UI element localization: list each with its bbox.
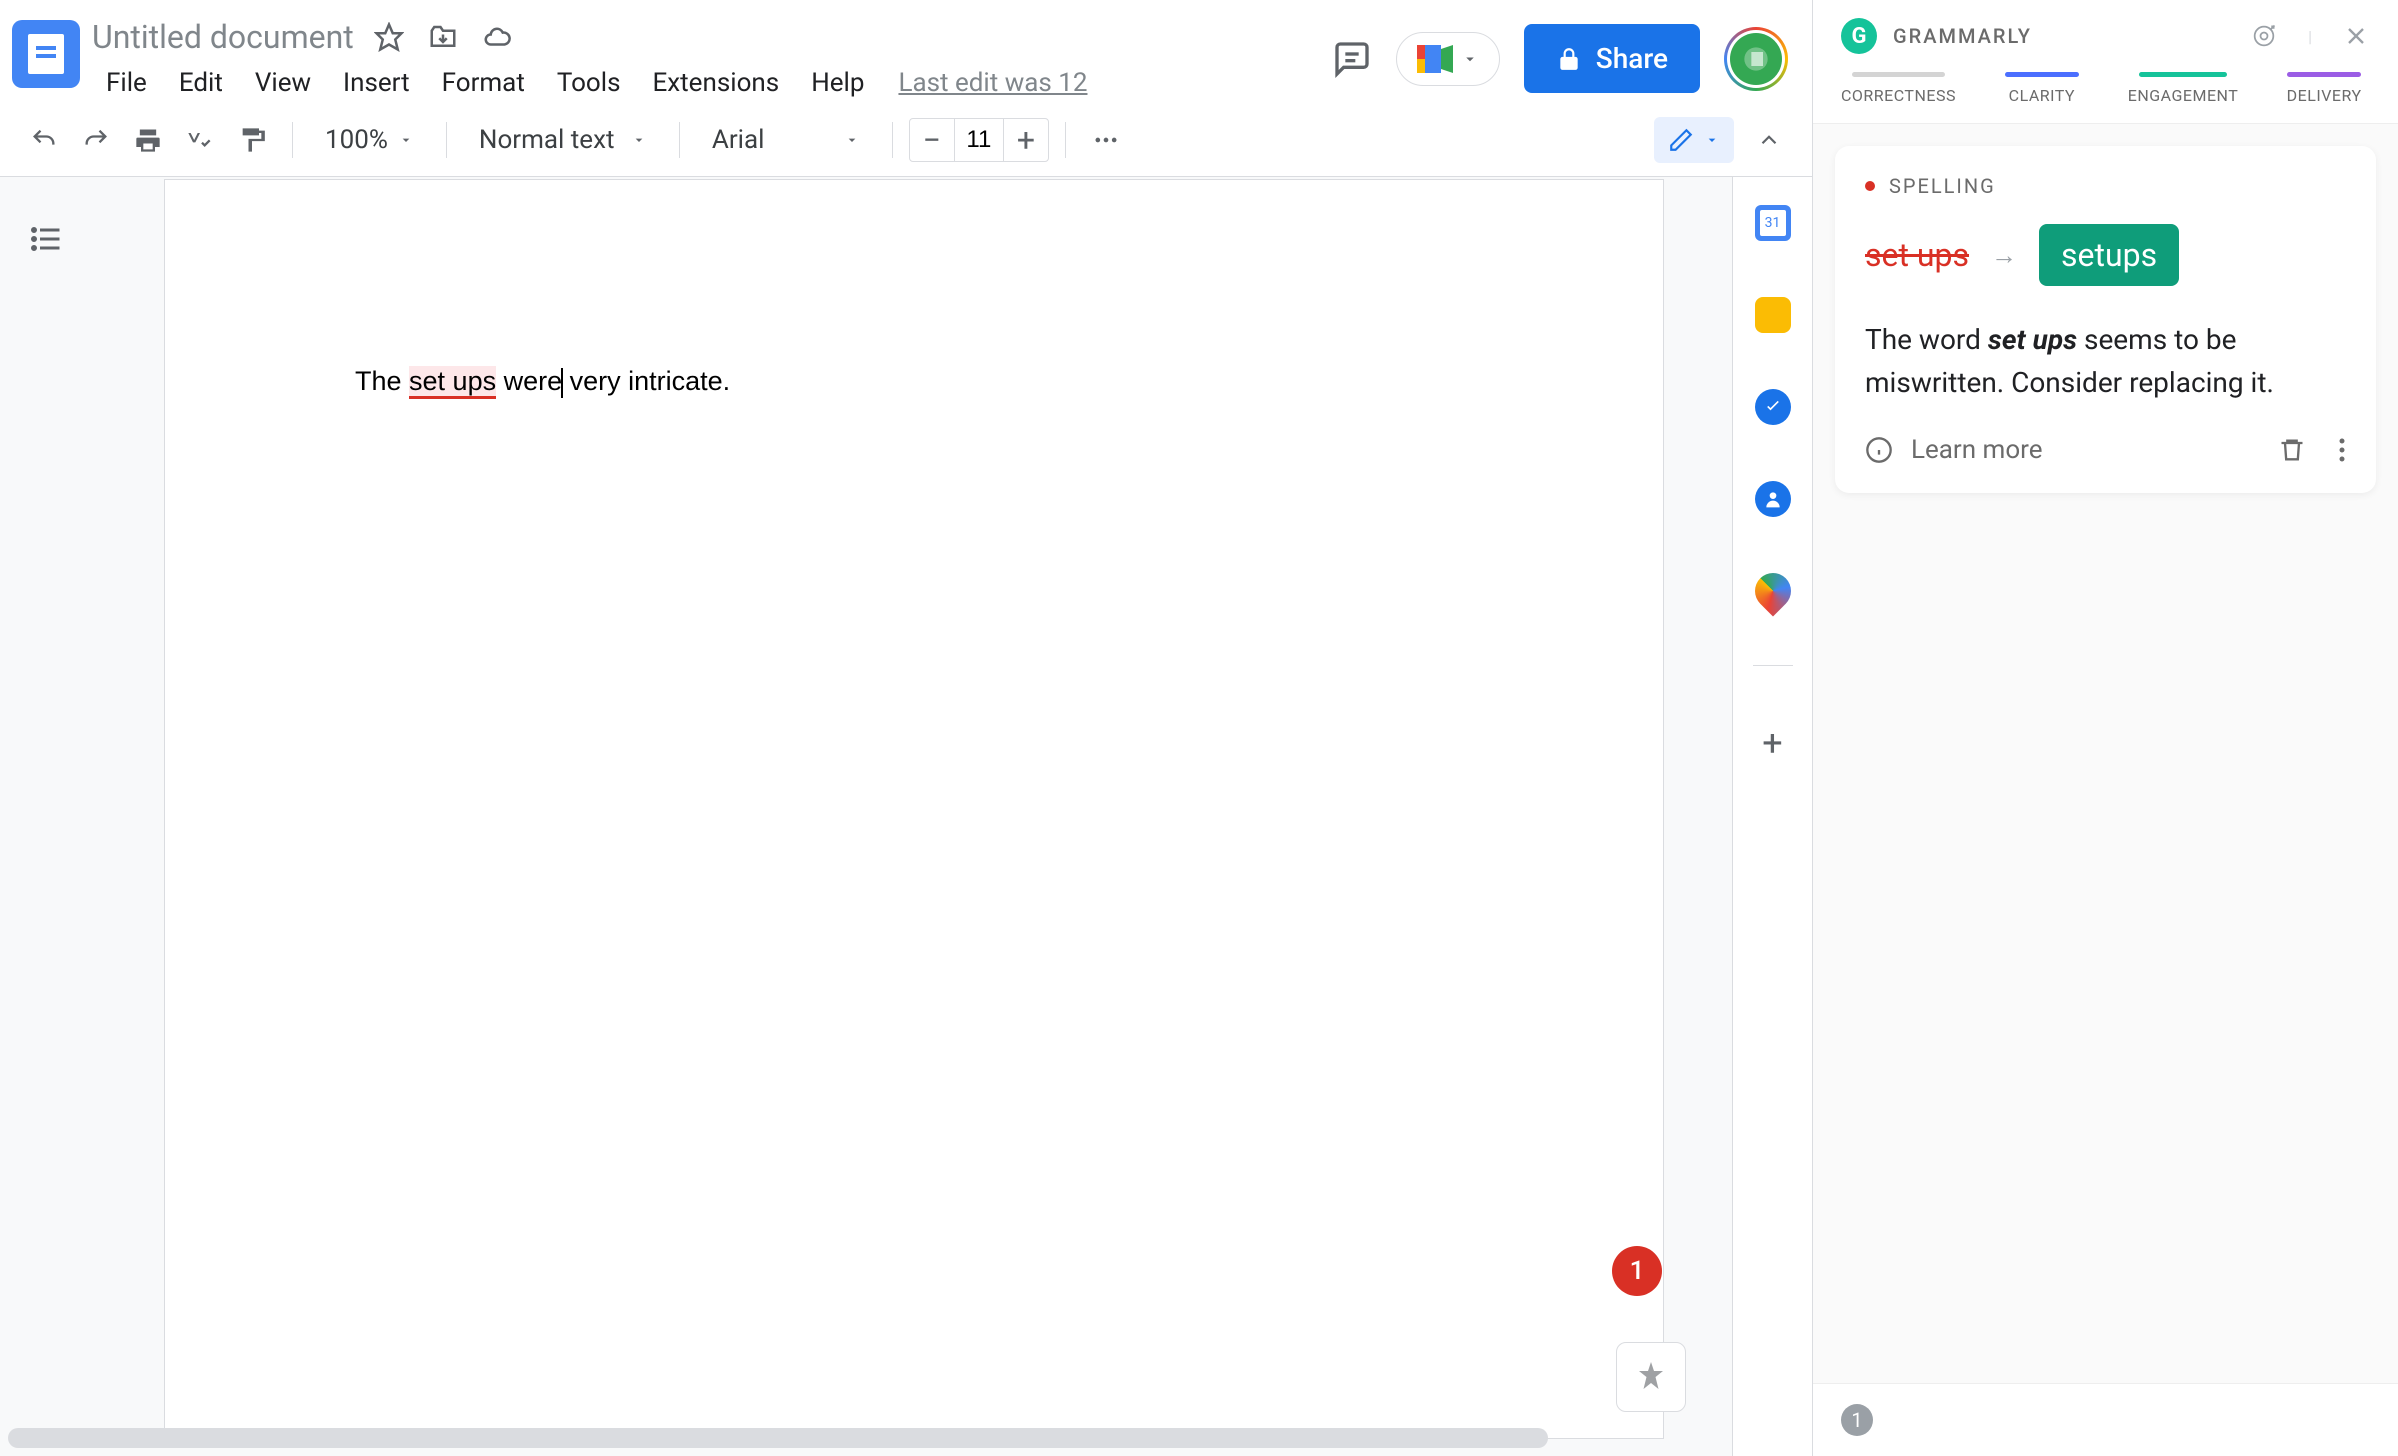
outline-icon[interactable] [28,221,68,261]
collapse-toolbar-icon[interactable] [1746,117,1792,163]
zoom-value: 100% [325,125,388,155]
grammarly-logo-icon[interactable]: G [1841,18,1877,54]
last-edit-link[interactable]: Last edit was 12 [898,68,1087,98]
more-icon[interactable] [1082,116,1130,164]
grammarly-title: GRAMMARLY [1893,24,2032,48]
style-dropdown[interactable]: Normal text [463,116,663,164]
tasks-app-icon[interactable] [1755,389,1791,425]
redo-button[interactable] [72,116,120,164]
toolbar: 100% Normal text Arial − + [0,104,1812,177]
grammarly-panel: G GRAMMARLY | CORRECTNESS CLARITY ENGAGE… [1812,0,2398,1456]
comment-history-icon[interactable] [1332,39,1372,79]
calendar-app-icon[interactable] [1755,205,1791,241]
user-avatar[interactable] [1724,27,1788,91]
meet-button[interactable] [1396,32,1500,86]
header-separator: | [2308,27,2312,46]
document-title[interactable]: Untitled document [92,18,354,56]
grammarly-tabs: CORRECTNESS CLARITY ENGAGEMENT DELIVERY [1813,72,2398,124]
font-size-input[interactable] [954,119,1004,161]
menu-extensions[interactable]: Extensions [639,62,794,104]
doc-text-before: The [355,366,409,396]
font-value: Arial [712,125,765,155]
menu-view[interactable]: View [241,62,325,104]
font-size-decrease[interactable]: − [910,121,954,159]
docs-logo[interactable] [12,20,80,88]
doc-text-mid: were [496,366,562,396]
suggestion-category: SPELLING [1889,174,1996,198]
learn-more-link[interactable]: Learn more [1911,435,2043,465]
trash-icon[interactable] [2278,436,2306,464]
menu-file[interactable]: File [92,62,161,104]
tab-clarity[interactable]: CLARITY [1996,72,2088,123]
tab-correctness[interactable]: CORRECTNESS [1841,72,1956,123]
menu-edit[interactable]: Edit [165,62,237,104]
document-scroll-area[interactable]: The set ups were very intricate. 1 [96,177,1732,1456]
menu-tools[interactable]: Tools [543,62,635,104]
suggestion-count-badge[interactable]: 1 [1612,1246,1662,1296]
doc-text-after: very intricate. [562,366,730,396]
keep-app-icon[interactable] [1755,297,1791,333]
issue-count-badge[interactable]: 1 [1841,1404,1873,1436]
undo-button[interactable] [20,116,68,164]
tab-delivery[interactable]: DELIVERY [2278,72,2370,123]
close-icon[interactable] [2342,22,2370,50]
style-value: Normal text [479,125,615,155]
menu-format[interactable]: Format [428,62,539,104]
goals-icon[interactable] [2250,22,2278,50]
title-bar: Untitled document File [0,0,1812,104]
font-dropdown[interactable]: Arial [696,116,876,164]
tab-engagement[interactable]: ENGAGEMENT [2128,72,2239,123]
suggestion-description: The word set ups seems to be miswritten.… [1865,318,2346,405]
zoom-dropdown[interactable]: 100% [309,116,430,164]
horizontal-scrollbar[interactable] [8,1428,1548,1448]
document-page[interactable]: The set ups were very intricate. [164,179,1664,1439]
share-label: Share [1596,42,1668,75]
red-dot-icon [1865,181,1875,191]
explore-button[interactable] [1616,1342,1686,1412]
info-icon [1865,436,1893,464]
maps-app-icon[interactable] [1747,566,1798,617]
share-button[interactable]: Share [1524,24,1700,93]
editing-mode-button[interactable] [1654,117,1734,163]
font-size-control: − + [909,118,1049,162]
side-apps-panel: + [1732,177,1812,1456]
move-icon[interactable] [428,22,458,52]
cloud-icon[interactable] [482,22,512,52]
paint-format-button[interactable] [228,116,276,164]
arrow-icon: → [1991,240,2017,271]
menu-insert[interactable]: Insert [329,62,424,104]
apps-divider [1753,665,1793,666]
add-app-icon[interactable]: + [1762,722,1782,764]
suggestion-card: SPELLING set ups → setups The word set u… [1835,146,2376,493]
spelling-error-word[interactable]: set ups [409,366,496,399]
menu-bar: File Edit View Insert Format Tools Exten… [92,62,1320,104]
contacts-app-icon[interactable] [1755,481,1791,517]
print-button[interactable] [124,116,172,164]
apply-suggestion-button[interactable]: setups [2039,224,2179,286]
old-word: set ups [1865,236,1969,274]
font-size-increase[interactable]: + [1004,121,1048,159]
spellcheck-button[interactable] [176,116,224,164]
star-icon[interactable] [374,22,404,52]
more-options-icon[interactable] [2338,436,2346,464]
menu-help[interactable]: Help [797,62,878,104]
